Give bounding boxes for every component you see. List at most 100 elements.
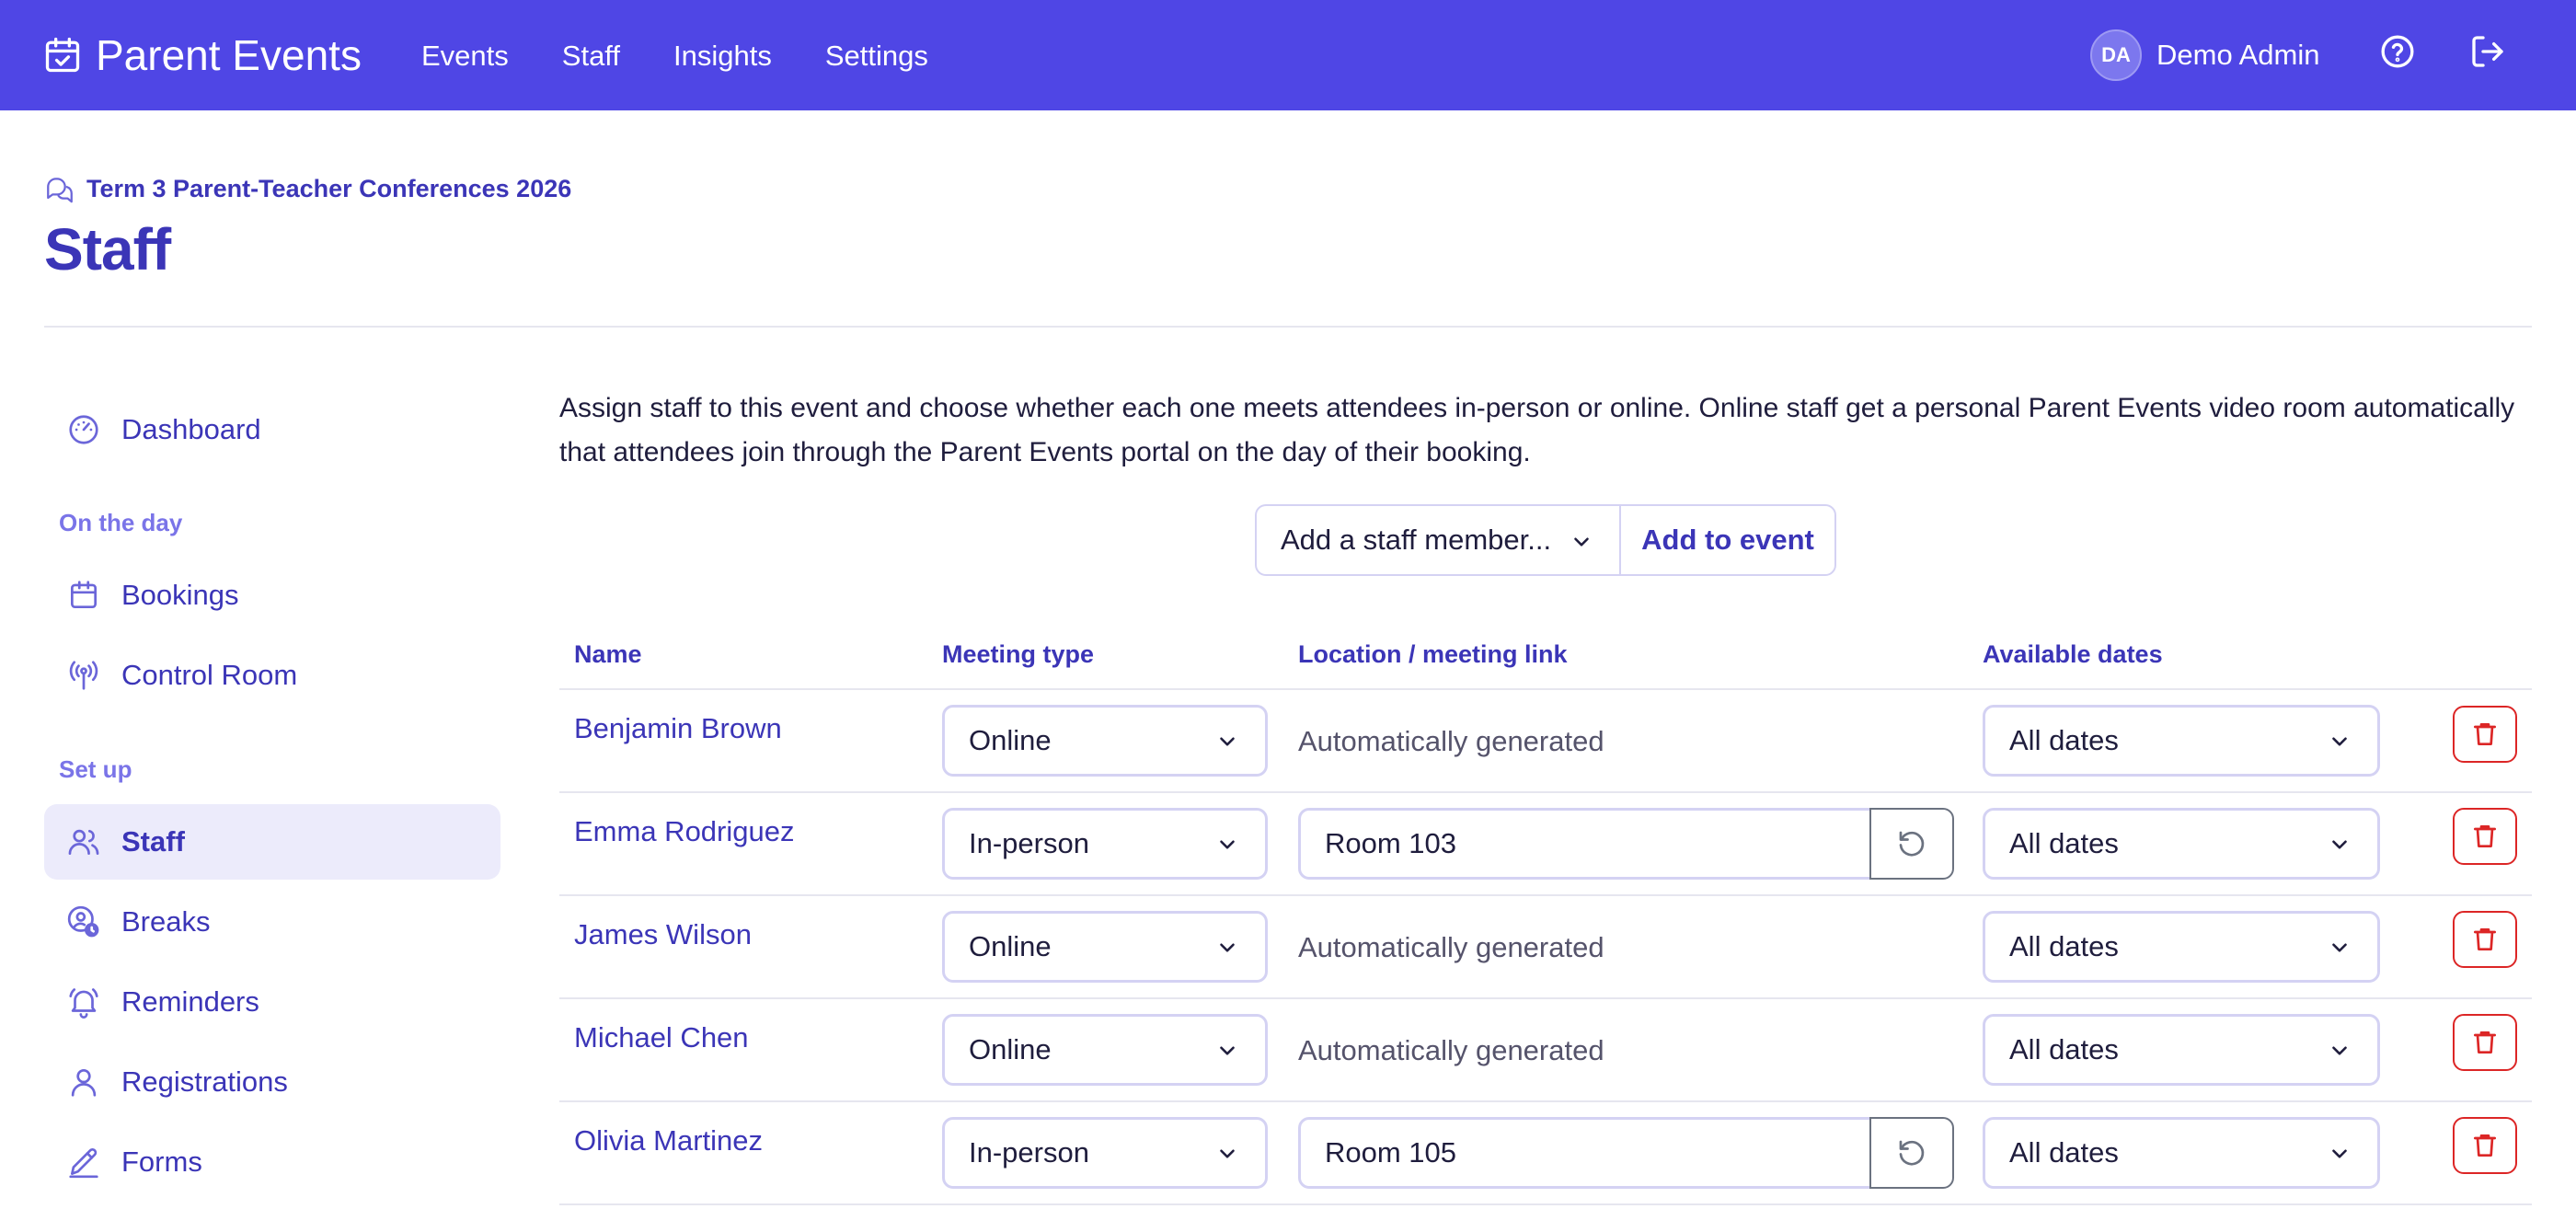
- brand-name: Parent Events: [96, 31, 362, 79]
- brand[interactable]: Parent Events: [42, 29, 362, 81]
- staff-name-link[interactable]: Emma Rodriguez: [574, 815, 794, 848]
- broadcast-antenna-icon: [69, 661, 98, 690]
- available-dates-select[interactable]: All dates: [1983, 808, 2380, 880]
- pencil-icon: [69, 1148, 98, 1179]
- staff-name-link[interactable]: Benjamin Brown: [574, 712, 782, 745]
- nav-insights[interactable]: Insights: [673, 37, 772, 75]
- user-clock-icon: [67, 905, 99, 938]
- available-dates-select[interactable]: All dates: [1983, 705, 2380, 777]
- meeting-type-select[interactable]: Online: [942, 911, 1268, 983]
- sidebar-label: Bookings: [121, 579, 239, 611]
- location-value: Room 105: [1325, 1136, 1457, 1169]
- nav-events[interactable]: Events: [421, 37, 509, 75]
- meeting-type-select[interactable]: Online: [942, 1014, 1268, 1086]
- chevron-down-icon: [1220, 1149, 1235, 1158]
- trash-icon: [2474, 1031, 2496, 1054]
- available-dates-select[interactable]: All dates: [1983, 911, 2380, 983]
- sidebar-item-registrations[interactable]: Registrations: [44, 1044, 500, 1120]
- users-icon: [68, 829, 99, 856]
- sidebar-item-bookings[interactable]: Bookings: [44, 558, 500, 633]
- chevron-down-icon: [2332, 943, 2347, 952]
- reset-location-button[interactable]: [1869, 1117, 1954, 1189]
- chevron-down-icon: [1220, 943, 1235, 952]
- sidebar-item-breaks[interactable]: Breaks: [44, 884, 500, 960]
- column-header-dates: Available dates: [1983, 640, 2163, 668]
- dates-value: All dates: [2009, 724, 2119, 756]
- main-nav: Events Staff Insights Settings: [421, 37, 982, 75]
- meeting-type-select[interactable]: In-person: [942, 1117, 1268, 1189]
- available-dates-select[interactable]: All dates: [1983, 1014, 2380, 1086]
- sidebar-item-control-room[interactable]: Control Room: [44, 638, 500, 713]
- available-dates-select[interactable]: All dates: [1983, 1117, 2380, 1189]
- top-navigation-bar: Parent Events Events Staff Insights Sett…: [0, 0, 2576, 110]
- location-auto: Automatically generated: [1298, 931, 1604, 963]
- table-divider: [559, 894, 2532, 896]
- table-divider: [559, 688, 2532, 690]
- location-input[interactable]: Room 103: [1298, 808, 1872, 880]
- trash-icon: [2474, 723, 2496, 745]
- trash-icon: [2474, 1134, 2496, 1157]
- delete-button[interactable]: [2453, 1117, 2517, 1174]
- delete-button[interactable]: [2453, 911, 2517, 968]
- chat-bubbles-icon: [47, 178, 73, 203]
- trash-icon: [2474, 928, 2496, 950]
- staff-name-link[interactable]: James Wilson: [574, 918, 752, 951]
- sidebar-item-reminders[interactable]: Reminders: [44, 964, 500, 1040]
- sidebar-section-on-the-day: On the day: [59, 509, 183, 536]
- location-auto: Automatically generated: [1298, 1034, 1604, 1066]
- trash-icon: [2474, 825, 2496, 847]
- meeting-type-value: Online: [969, 930, 1052, 962]
- meeting-type-select[interactable]: In-person: [942, 808, 1268, 880]
- delete-button[interactable]: [2453, 1014, 2517, 1071]
- undo-icon: [1899, 1140, 1925, 1166]
- meeting-type-select[interactable]: Online: [942, 705, 1268, 777]
- dates-value: All dates: [2009, 1136, 2119, 1169]
- chevron-down-icon: [1220, 737, 1235, 746]
- sidebar-item-forms[interactable]: Forms: [44, 1124, 500, 1200]
- column-header-name: Name: [574, 640, 642, 668]
- page-title: Staff: [44, 216, 171, 282]
- header-divider: [44, 326, 2532, 328]
- table-divider: [559, 1100, 2532, 1102]
- sidebar-label: Control Room: [121, 659, 298, 691]
- add-staff-select[interactable]: Add a staff member...: [1255, 504, 1619, 576]
- sidebar-item-staff[interactable]: Staff: [44, 804, 500, 880]
- location-value: Room 103: [1325, 827, 1457, 859]
- breadcrumb[interactable]: Term 3 Parent-Teacher Conferences 2026: [44, 173, 571, 204]
- chevron-down-icon: [1220, 1046, 1235, 1055]
- add-staff-group: Add a staff member... Add to event: [1255, 504, 1836, 576]
- sidebar-label: Staff: [121, 825, 185, 858]
- gauge-icon: [69, 415, 98, 444]
- logout-icon[interactable]: [2469, 33, 2506, 70]
- sidebar-section-set-up: Set up: [59, 755, 132, 783]
- user-menu[interactable]: DA Demo Admin: [2090, 29, 2319, 81]
- reset-location-button[interactable]: [1869, 808, 1954, 880]
- chevron-down-icon: [2332, 1149, 2347, 1158]
- add-to-event-button[interactable]: Add to event: [1619, 504, 1836, 576]
- calendar-check-icon: [45, 37, 80, 73]
- staff-name-link[interactable]: Michael Chen: [574, 1021, 749, 1054]
- nav-settings[interactable]: Settings: [825, 37, 928, 75]
- meeting-type-value: Online: [969, 1033, 1052, 1065]
- location-input[interactable]: Room 105: [1298, 1117, 1872, 1189]
- table-divider: [559, 1203, 2532, 1205]
- calendar-icon: [70, 581, 98, 609]
- nav-staff[interactable]: Staff: [562, 37, 620, 75]
- meeting-type-value: In-person: [969, 827, 1089, 859]
- breadcrumb-event: Term 3 Parent-Teacher Conferences 2026: [86, 174, 572, 202]
- help-icon[interactable]: [2379, 33, 2416, 70]
- meeting-type-value: In-person: [969, 1136, 1089, 1169]
- intro-text: Assign staff to this event and choose wh…: [559, 393, 2515, 467]
- chevron-down-icon: [1574, 537, 1589, 547]
- sidebar-label: Breaks: [121, 905, 211, 938]
- chevron-down-icon: [2332, 1046, 2347, 1055]
- sidebar-label: Forms: [121, 1146, 202, 1178]
- staff-name-link[interactable]: Olivia Martinez: [574, 1124, 763, 1157]
- avatar: DA: [2090, 29, 2142, 81]
- location-auto: Automatically generated: [1298, 725, 1604, 757]
- delete-button[interactable]: [2453, 808, 2517, 865]
- sidebar-label: Dashboard: [121, 413, 261, 445]
- chevron-down-icon: [2332, 840, 2347, 849]
- delete-button[interactable]: [2453, 706, 2517, 763]
- sidebar-item-dashboard[interactable]: Dashboard: [44, 392, 500, 467]
